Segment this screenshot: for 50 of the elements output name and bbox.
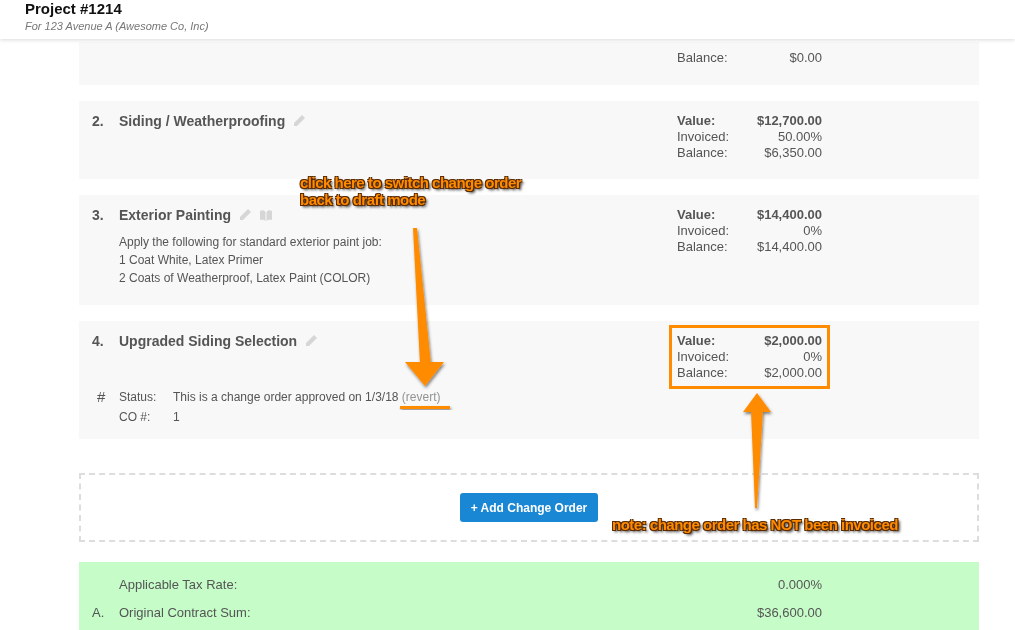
stat-label: Balance: <box>677 365 729 381</box>
add-change-order-button[interactable]: + Add Change Order <box>459 493 599 522</box>
stat-label: Value: <box>677 207 717 223</box>
stat-value: 0% <box>802 223 822 239</box>
revert-link[interactable]: (revert) <box>401 390 441 404</box>
project-subtitle: For 123 Avenue A (Awesome Co, Inc) <box>25 19 210 34</box>
description-line: 2 Coats of Weatherproof, Latex Paint (COLOR) <box>119 270 372 287</box>
book-icon[interactable] <box>259 209 274 221</box>
stat-label: Value: <box>677 113 717 129</box>
edit-icon[interactable] <box>238 208 253 222</box>
item-title: Exterior Painting <box>119 207 232 223</box>
edit-icon[interactable] <box>292 114 307 128</box>
underline-mark <box>400 406 450 409</box>
annotation-text: click here to switch change order back to draft mode <box>300 174 522 208</box>
description-line: 1 Coat White, Latex Primer <box>119 252 265 269</box>
marker-symbol: # <box>96 389 107 407</box>
item-number: 4. <box>92 333 105 351</box>
stat-value: $12,700.00 <box>755 113 822 129</box>
stat-value: $14,400.00 <box>755 239 822 255</box>
stat-label: Balance: <box>677 239 729 255</box>
stat-value: 0% <box>802 349 822 365</box>
stat-label: Invoiced: <box>677 223 730 239</box>
stat-value: $6,350.00 <box>763 145 822 161</box>
detail-text: This is a change order approved on 1/3/18 <box>173 390 399 404</box>
edit-icon[interactable] <box>304 334 319 348</box>
stat-label: Value: <box>677 333 717 349</box>
stat-value: $2,000.00 <box>763 365 822 381</box>
stat-label: Invoiced: <box>677 129 730 145</box>
annotation-text: note: change order has NOT been invoiced <box>612 516 898 533</box>
stat-value: 50.00% <box>776 129 822 145</box>
summary-label: Original Contract Sum: <box>119 605 252 621</box>
summary-value: $36,600.00 <box>756 605 822 621</box>
detail-label: CO #: <box>119 409 152 425</box>
description-line: Apply the following for standard exterior paint job: <box>119 234 383 251</box>
stat-value: $14,400.00 <box>755 207 822 223</box>
item-number: 3. <box>92 207 105 225</box>
stat-label: Invoiced: <box>677 349 730 365</box>
item-title: Upgraded Siding Selection <box>119 333 298 349</box>
stat-label: Balance: <box>677 145 729 161</box>
summary-value: 0.000% <box>776 577 822 593</box>
detail-text: 1 <box>173 410 180 424</box>
stat-value: $2,000.00 <box>763 333 822 349</box>
stat-label: Balance: <box>677 50 728 66</box>
summary-label: Applicable Tax Rate: <box>119 577 239 593</box>
project-title: Project #1214 <box>25 0 123 18</box>
detail-label: Status: <box>119 389 158 405</box>
item-number: 2. <box>92 113 105 131</box>
stat-value: $0.00 <box>788 50 822 66</box>
row-letter: A. <box>92 605 106 621</box>
item-title: Siding / Weatherproofing <box>119 113 286 129</box>
